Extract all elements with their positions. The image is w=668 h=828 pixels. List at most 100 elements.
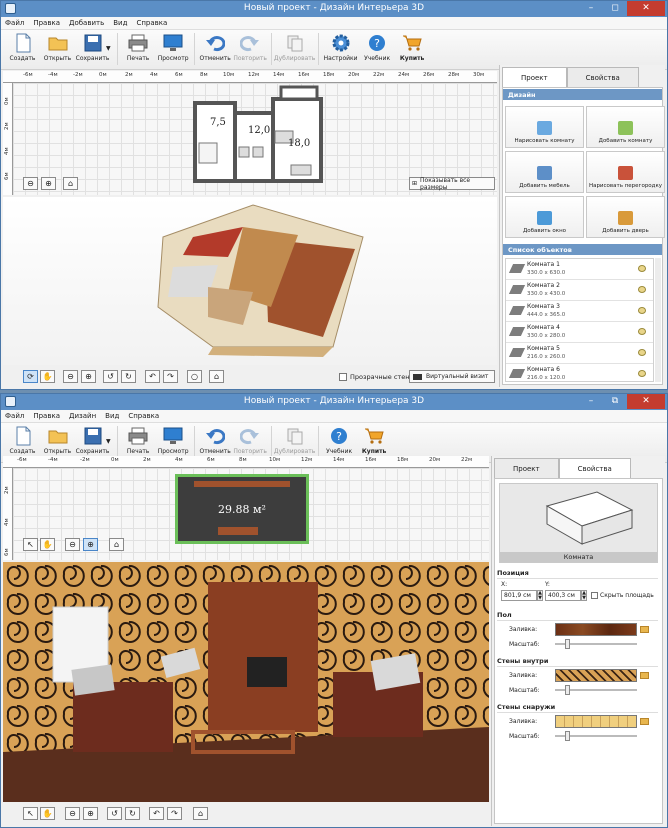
x-position-input[interactable]: 801,9 см (501, 590, 537, 601)
minimize-button[interactable]: – (579, 1, 603, 16)
orbit-button[interactable]: ⟳ (23, 370, 38, 383)
tilt-up-button[interactable]: ↷ (163, 370, 178, 383)
zoom-out-button[interactable]: ⊖ (65, 807, 80, 820)
save-button[interactable]: Сохранить (75, 426, 110, 455)
rotate-right-button[interactable]: ↻ (125, 807, 140, 820)
visibility-eye-icon[interactable] (638, 307, 646, 314)
minimize-button[interactable]: – (579, 394, 603, 409)
light-button[interactable]: ○ (187, 370, 202, 383)
duplicate-button[interactable]: Дублировать (274, 426, 315, 455)
zoom-in-button[interactable]: ⊕ (81, 370, 96, 383)
tab-properties[interactable]: Свойства (558, 458, 631, 478)
folder-icon[interactable] (640, 626, 649, 633)
pan-button[interactable]: ✋ (40, 807, 55, 820)
preview-button[interactable]: Просмотр (156, 426, 191, 455)
tilt-up-button[interactable]: ↷ (167, 807, 182, 820)
settings-button[interactable]: Настройки (322, 33, 360, 62)
menu-view[interactable]: Вид (105, 412, 119, 420)
tab-project[interactable]: Проект (502, 67, 567, 87)
hide-area-checkbox[interactable] (591, 592, 598, 599)
folder-icon[interactable] (640, 672, 649, 679)
list-item[interactable]: Комната 1 330.0 x 630.0 (506, 259, 653, 280)
pan-button[interactable]: ✋ (40, 370, 55, 383)
undo-button[interactable]: Отменить (198, 426, 233, 455)
add-window-button[interactable]: Добавить окно (505, 196, 584, 238)
home-view-button[interactable]: ⌂ (63, 177, 78, 190)
rotate-right-button[interactable]: ↻ (121, 370, 136, 383)
draw-room-button[interactable]: Нарисовать комнату (505, 106, 584, 148)
tab-properties[interactable]: Свойства (566, 67, 639, 87)
home-view-button[interactable]: ⌂ (209, 370, 224, 383)
folder-icon[interactable] (640, 718, 649, 725)
create-button[interactable]: Создать (5, 33, 40, 62)
y-spinner[interactable]: ▲ ▼ (581, 590, 587, 601)
y-position-input[interactable]: 400,3 см (545, 590, 581, 601)
outer-walls-texture-swatch[interactable] (555, 715, 637, 728)
rotate-left-button[interactable]: ↺ (107, 807, 122, 820)
tutorial-button[interactable]: ? Учебник (360, 33, 395, 62)
pan-button[interactable]: ✋ (40, 538, 55, 551)
list-item[interactable]: Комната 3 444.0 x 365.0 (506, 301, 653, 322)
visibility-eye-icon[interactable] (638, 349, 646, 356)
inner-walls-scale-slider[interactable] (555, 685, 637, 695)
close-button[interactable]: ✕ (627, 1, 665, 16)
objects-scrollbar[interactable] (655, 258, 661, 382)
show-all-dimensions-button[interactable]: ⊞ Показывать все размеры (409, 177, 495, 191)
transparent-walls-checkbox[interactable] (339, 373, 347, 381)
close-button[interactable]: ✕ (627, 394, 665, 409)
menu-edit[interactable]: Правка (33, 19, 60, 27)
maximize-button[interactable]: ◻ (603, 1, 627, 16)
save-button[interactable]: Сохранить (75, 33, 110, 62)
visibility-eye-icon[interactable] (638, 328, 646, 335)
select-button[interactable]: ↖ (23, 538, 38, 551)
home-view-button[interactable]: ⌂ (193, 807, 208, 820)
list-item[interactable]: Комната 5 216.0 x 260.0 (506, 343, 653, 364)
menu-file[interactable]: Файл (5, 412, 24, 420)
x-spinner[interactable]: ▲ ▼ (537, 590, 543, 601)
add-room-button[interactable]: Добавить комнату (586, 106, 665, 148)
tutorial-button[interactable]: ? Учебник (322, 426, 357, 455)
print-button[interactable]: Печать (121, 426, 156, 455)
zoom-in-button[interactable]: ⊕ (83, 538, 98, 551)
print-button[interactable]: Печать (121, 33, 156, 62)
visibility-eye-icon[interactable] (638, 265, 646, 272)
select-button[interactable]: ↖ (23, 807, 38, 820)
redo-button[interactable]: Повторить (233, 33, 268, 62)
maximize-button[interactable]: ⧉ (603, 394, 627, 409)
list-item[interactable]: Комната 2 330.0 x 430.0 (506, 280, 653, 301)
list-item[interactable]: Комната 4 330.0 x 280.0 (506, 322, 653, 343)
add-furniture-button[interactable]: Добавить мебель (505, 151, 584, 193)
rotate-left-button[interactable]: ↺ (103, 370, 118, 383)
menu-help[interactable]: Справка (136, 19, 167, 27)
tab-project[interactable]: Проект (494, 458, 559, 478)
menu-edit[interactable]: Правка (33, 412, 60, 420)
menu-view[interactable]: Вид (113, 19, 127, 27)
duplicate-button[interactable]: Дублировать (274, 33, 315, 62)
list-item[interactable]: Комната 6 216.0 x 120.0 (506, 364, 653, 381)
zoom-in-button[interactable]: ⊕ (83, 807, 98, 820)
preview-button[interactable]: Просмотр (156, 33, 191, 62)
zoom-in-button[interactable]: ⊕ (41, 177, 56, 190)
outer-walls-scale-slider[interactable] (555, 731, 637, 741)
floor-texture-swatch[interactable] (555, 623, 637, 636)
home-view-button[interactable]: ⌂ (109, 538, 124, 551)
plan-view[interactable]: -6м -4м -2м 0м 2м 4м 6м 8м 10м 12м 14м 1… (3, 71, 497, 195)
buy-button[interactable]: Купить (357, 426, 392, 455)
selected-room[interactable]: 29.88 м² (175, 474, 309, 544)
menu-file[interactable]: Файл (5, 19, 24, 27)
open-button[interactable]: Открыть (40, 33, 75, 62)
undo-button[interactable]: Отменить (198, 33, 233, 62)
3d-view[interactable] (3, 562, 489, 802)
save-dropdown-arrow[interactable]: ▼ (106, 438, 111, 445)
menu-design[interactable]: Дизайн (69, 412, 96, 420)
3d-view[interactable] (3, 197, 497, 384)
visibility-eye-icon[interactable] (638, 286, 646, 293)
buy-button[interactable]: Купить (395, 33, 430, 62)
inner-walls-texture-swatch[interactable] (555, 669, 637, 682)
tilt-down-button[interactable]: ↶ (145, 370, 160, 383)
zoom-out-button[interactable]: ⊖ (63, 370, 78, 383)
open-button[interactable]: Открыть (40, 426, 75, 455)
add-door-button[interactable]: Добавить дверь (586, 196, 665, 238)
visibility-eye-icon[interactable] (638, 370, 646, 377)
redo-button[interactable]: Повторить (233, 426, 268, 455)
